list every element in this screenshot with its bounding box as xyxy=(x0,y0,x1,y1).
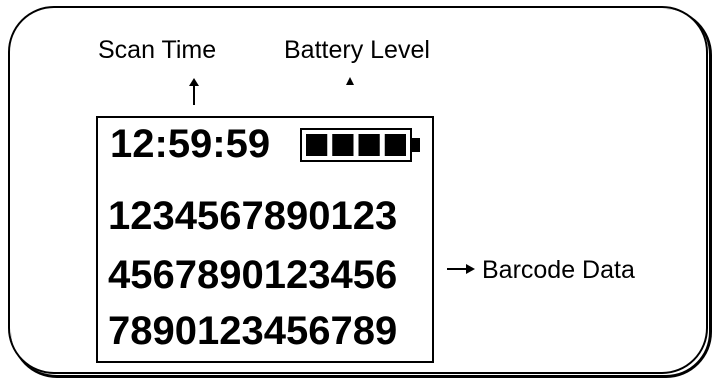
battery-segment xyxy=(306,134,328,156)
battery-level-label: Battery Level xyxy=(284,36,430,64)
barcode-data-arrow-icon xyxy=(447,264,475,274)
barcode-data-label: Barcode Data xyxy=(482,256,635,284)
lcd-screen: 12:59:59 1234567890123 4567890123456 789… xyxy=(96,116,434,363)
barcode-line-2: 4567890123456 xyxy=(108,253,398,297)
battery-segment xyxy=(332,134,354,156)
battery-segment xyxy=(358,134,380,156)
scan-time-arrow-icon xyxy=(189,78,199,105)
barcode-line-1: 1234567890123 xyxy=(108,194,398,238)
scan-time-label: Scan Time xyxy=(98,36,217,64)
barcode-line-3: 7890123456789 xyxy=(108,309,398,353)
battery-segment xyxy=(384,134,406,156)
scan-time-value: 12:59:59 xyxy=(110,122,271,166)
battery-icon xyxy=(300,128,420,162)
battery-level-arrow-icon xyxy=(346,77,354,85)
